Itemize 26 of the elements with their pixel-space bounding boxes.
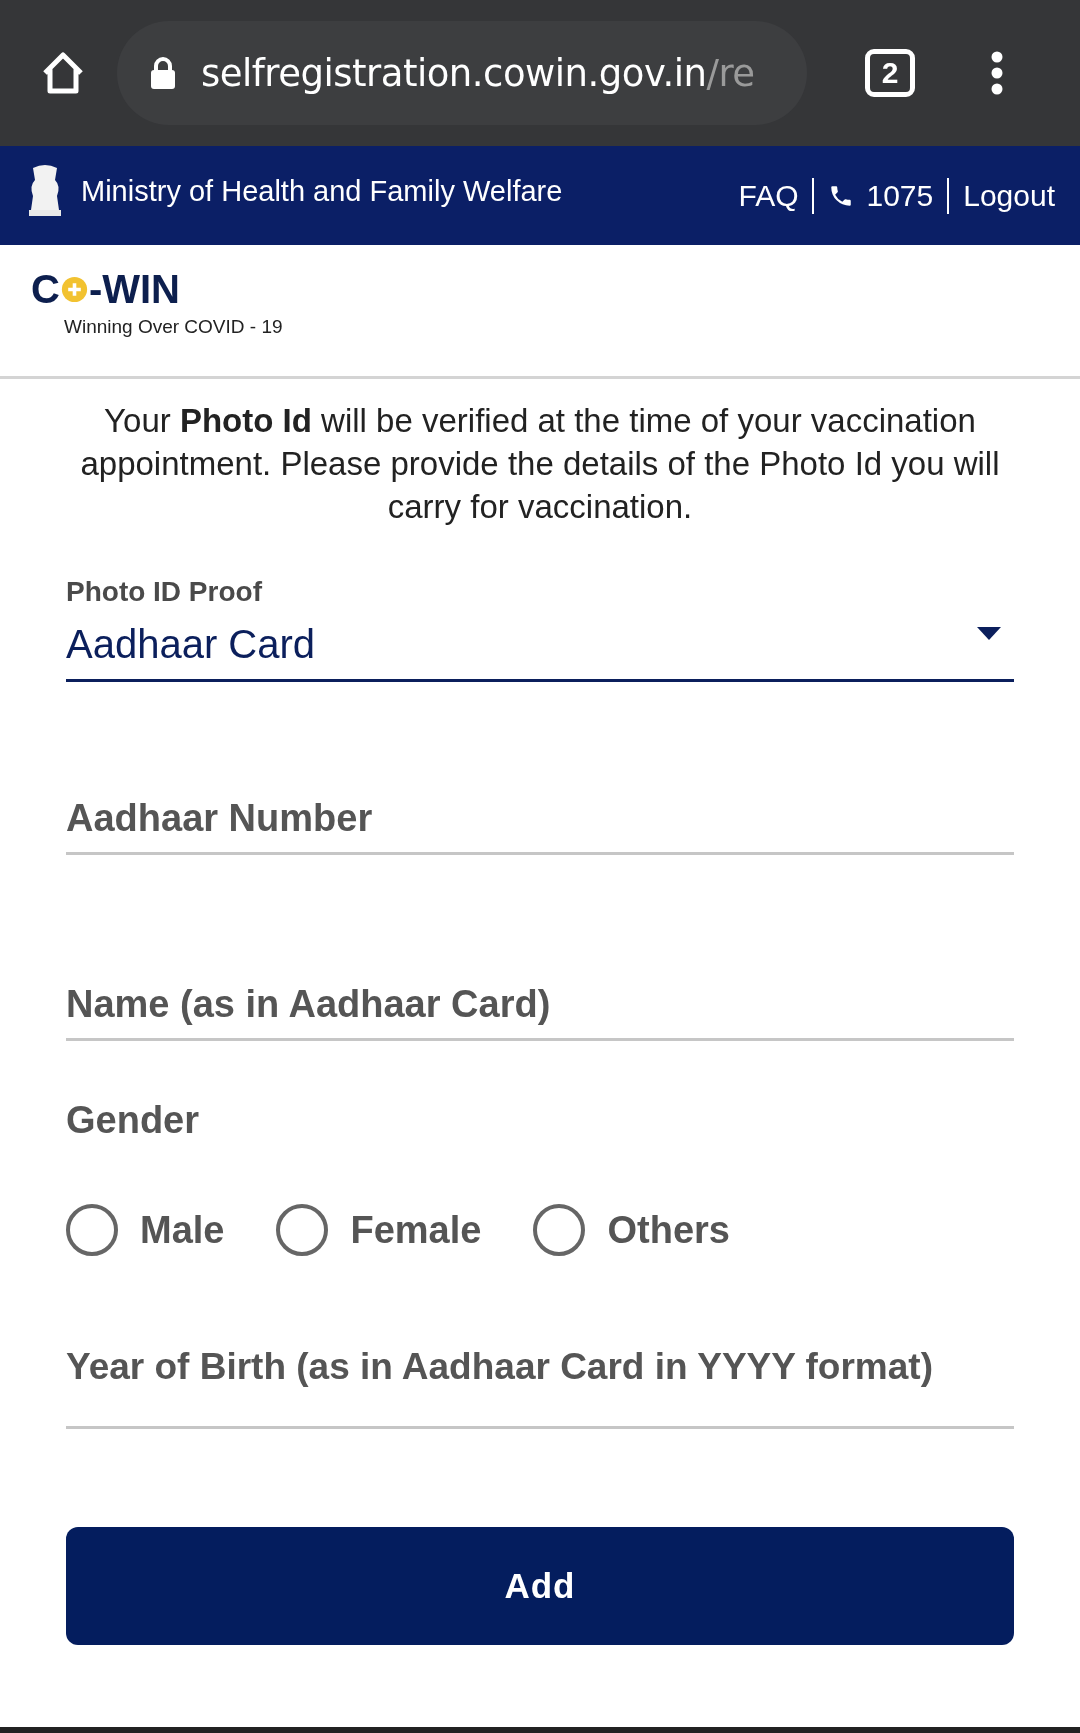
field-label: Photo ID Proof	[66, 576, 263, 608]
url-text: selfregistration.cowin.gov.in	[201, 51, 707, 95]
header-link[interactable]: FAQ	[738, 178, 799, 213]
logo-letter: C	[31, 267, 60, 312]
intro-text: Your Photo Id will be verified at the time of your vaccination appointment. Please provide the details of the Photo Id you will carry for vaccination.	[79, 401, 1001, 527]
text-field[interactable]: Aadhaar Number	[66, 797, 1014, 855]
menu-icon[interactable]	[991, 51, 1003, 95]
plus-circle-icon	[60, 276, 88, 303]
gender-radio[interactable]: Male	[66, 1204, 225, 1256]
gender-radio[interactable]: Female	[276, 1204, 482, 1256]
url-path-text: /re	[706, 51, 755, 95]
header-link[interactable]: Logout	[963, 178, 1055, 213]
add-button[interactable]: Add	[66, 1527, 1014, 1645]
logo-text: -WIN	[88, 267, 180, 312]
lock-icon	[149, 56, 177, 90]
ministry-title: Ministry of Health and Family Welfare	[81, 175, 563, 208]
photo-id-dropdown[interactable]: Photo ID Proof Aadhaar Card	[66, 576, 1014, 682]
gender-label: Gender	[66, 1099, 201, 1142]
helpline-link[interactable]: 1075	[828, 178, 934, 213]
gender-radio[interactable]: Others	[533, 1204, 730, 1256]
text-field[interactable]: Name (as in Aadhaar Card)	[66, 983, 1014, 1041]
caret-icon	[976, 626, 1002, 641]
logo-tagline: Winning Over COVID - 19	[64, 316, 284, 338]
year-field[interactable]: Year of Birth (as in Aadhaar Card in YYYY format)	[66, 1346, 1014, 1429]
tab-switcher-button[interactable]: 2	[865, 49, 915, 97]
address-bar[interactable]: selfregistration.cowin.gov.in/re	[117, 21, 807, 125]
